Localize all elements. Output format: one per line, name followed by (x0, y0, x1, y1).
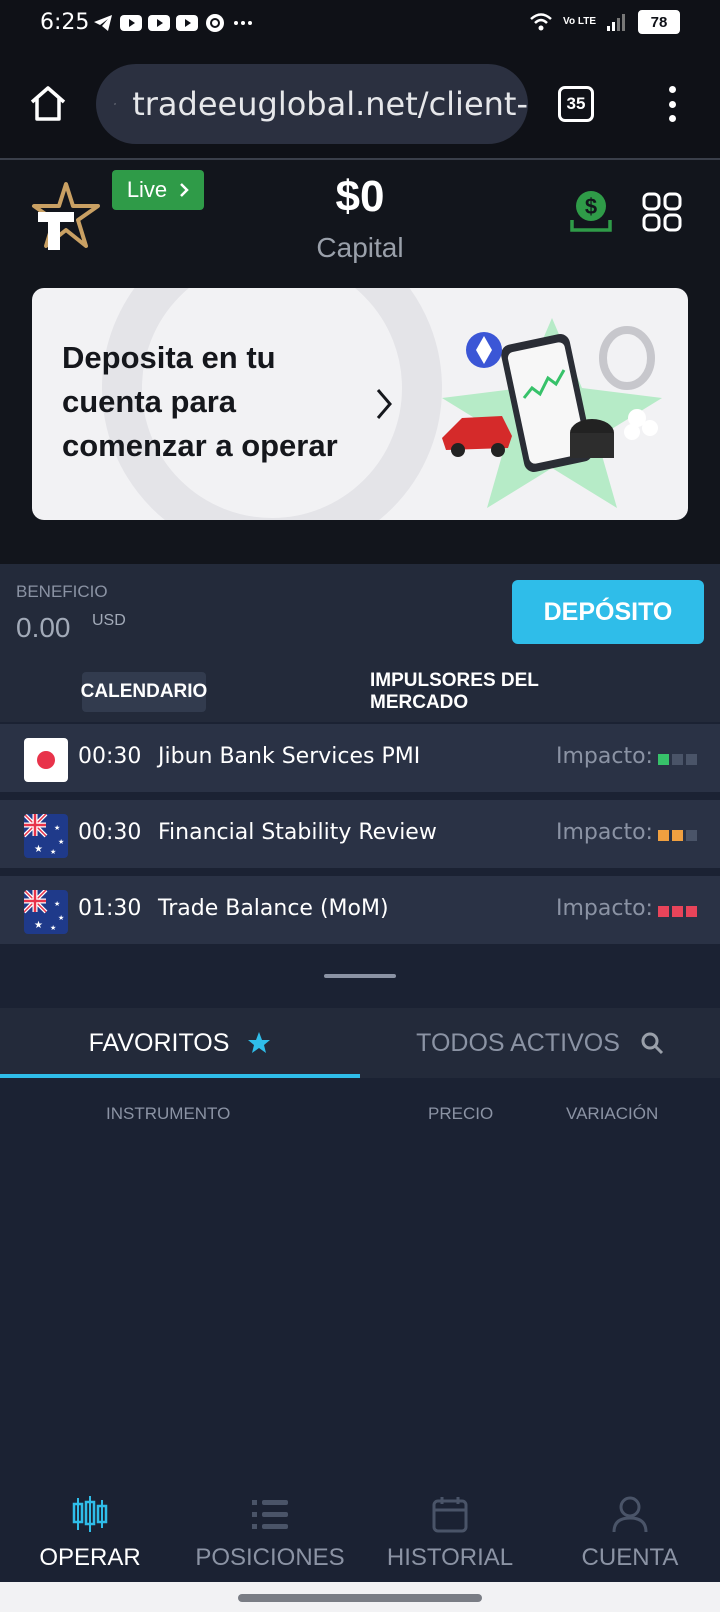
signal-icon (607, 14, 625, 31)
event-name: Jibun Bank Services PMI (158, 744, 421, 769)
event-row[interactable]: 00:30 Jibun Bank Services PMI Impacto: (0, 722, 720, 794)
drag-handle[interactable] (324, 974, 396, 978)
candlestick-icon (72, 1496, 108, 1532)
event-time: 00:30 (78, 820, 142, 845)
promo-text: Deposita en tu cuenta para comenzar a op… (62, 340, 338, 463)
trading-promo-illustration (442, 318, 662, 508)
svg-text:★: ★ (34, 844, 43, 855)
home-button[interactable] (26, 82, 70, 126)
event-time: 01:30 (78, 896, 142, 921)
nav-historial[interactable]: HISTORIAL (360, 1486, 540, 1582)
impact-label: Impacto: (556, 896, 653, 921)
search-icon (641, 1032, 663, 1055)
calendar-icon (432, 1497, 468, 1533)
youtube-icon (176, 12, 198, 34)
status-time: 6:25 (40, 10, 90, 35)
notification-icons (92, 12, 254, 34)
nav-label: CUENTA (581, 1544, 679, 1571)
home-icon (30, 86, 66, 121)
event-time: 00:30 (78, 744, 142, 769)
list-icon (252, 1500, 288, 1529)
youtube-icon (148, 12, 170, 34)
wifi-icon (530, 13, 552, 31)
japan-flag-icon (24, 738, 68, 782)
more-notifications-icon (232, 12, 254, 34)
all-assets-label: TODOS ACTIVOS (416, 1028, 620, 1057)
deposit-button[interactable]: DEPÓSITO (512, 580, 704, 644)
nav-label: HISTORIAL (386, 1544, 514, 1571)
profit-label: BENEFICIO (16, 582, 108, 601)
nav-operar[interactable]: OPERAR (0, 1486, 180, 1582)
site-settings-icon (114, 103, 117, 105)
chevron-right-icon (180, 183, 189, 197)
australia-flag-icon: ★ ★ ★ ★ (24, 814, 68, 858)
event-name: Trade Balance (MoM) (158, 896, 389, 921)
apps-grid-icon[interactable] (642, 192, 682, 232)
impact-indicator (658, 906, 697, 917)
deposit-promo-card[interactable]: Deposita en tu cuenta para comenzar a op… (32, 288, 688, 520)
profit-section: BENEFICIO 0.00 USD DEPÓSITO (0, 564, 720, 650)
status-bar: 6:25 Vo LTE 78 (0, 0, 720, 48)
impact-label: Impacto: (556, 744, 653, 769)
youtube-icon (120, 12, 142, 34)
column-price: PRECIO (428, 1104, 494, 1123)
nav-cuenta[interactable]: CUENTA (540, 1486, 720, 1582)
svg-text:★: ★ (58, 838, 64, 846)
nav-label: POSICIONES (195, 1544, 345, 1571)
impact-indicator (658, 830, 697, 841)
event-row[interactable]: ★ ★ ★ ★ 00:30 Financial Stability Review Im… (0, 798, 720, 870)
system-status: Vo LTE 78 (529, 10, 680, 34)
column-instrument: INSTRUMENTO (106, 1104, 231, 1123)
asset-tabs: FAVORITOS TODOS ACTIVOS (0, 1008, 720, 1078)
threads-icon (204, 12, 226, 34)
instrument-table-header: INSTRUMENTO PRECIO VARIACIÓN (0, 1078, 720, 1148)
star-icon (248, 1032, 271, 1053)
favorites-label: FAVORITOS (88, 1028, 230, 1057)
tab-calendar[interactable]: CALENDARIO (81, 672, 207, 712)
brand-logo[interactable] (28, 180, 104, 252)
url-text: tradeeuglobal.net/client- (132, 85, 528, 123)
svg-text:★: ★ (54, 824, 60, 832)
capital-label: Capital (316, 232, 404, 263)
live-account-badge[interactable]: Live (112, 170, 204, 210)
system-gesture-area (0, 1582, 720, 1612)
svg-text:$: $ (585, 194, 597, 219)
event-name: Financial Stability Review (158, 820, 437, 845)
svg-text:★: ★ (34, 920, 43, 931)
australia-flag-icon: ★ ★ ★ ★ (24, 890, 68, 934)
telegram-icon (92, 12, 114, 34)
tab-market-movers[interactable]: IMPULSORES DEL MERCADO (370, 670, 630, 713)
person-icon (612, 1496, 648, 1533)
impact-label: Impacto: (556, 820, 653, 845)
svg-text:★: ★ (50, 848, 56, 856)
tab-all-assets[interactable]: TODOS ACTIVOS (360, 1008, 720, 1078)
profit-currency: USD (92, 612, 126, 629)
chevron-right-icon (376, 389, 392, 419)
event-row[interactable]: ★ ★ ★ ★ 01:30 Trade Balance (MoM) Impacto: (0, 874, 720, 946)
battery-indicator: 78 (638, 10, 680, 34)
profit-value: 0.00 (16, 612, 71, 643)
nav-posiciones[interactable]: POSICIONES (180, 1486, 360, 1582)
browser-menu-button[interactable] (662, 82, 682, 126)
browser-toolbar: tradeeuglobal.net/client- 35 (0, 48, 720, 160)
capital-amount: $0 (335, 172, 385, 221)
deposit-money-icon[interactable]: $ (568, 188, 614, 234)
svg-text:★: ★ (58, 914, 64, 922)
event-tabs: CALENDARIO IMPULSORES DEL MERCADO (0, 650, 720, 722)
column-change: VARIACIÓN (566, 1104, 659, 1123)
bottom-navigation: OPERAR POSICIONES HISTORIAL CUENTA (0, 1486, 720, 1582)
tab-switcher-button[interactable]: 35 (558, 86, 594, 122)
tab-favorites[interactable]: FAVORITOS (0, 1008, 360, 1078)
app-header: Live $0 Capital $ Deposita en tu cuenta … (0, 160, 720, 564)
live-label: Live (126, 177, 168, 202)
network-type: Vo LTE (563, 16, 596, 27)
svg-text:★: ★ (54, 900, 60, 908)
svg-text:★: ★ (50, 924, 56, 932)
address-bar[interactable]: tradeeuglobal.net/client- (96, 64, 528, 144)
nav-label: OPERAR (39, 1544, 141, 1571)
home-gesture-bar[interactable] (238, 1594, 482, 1602)
impact-indicator (658, 754, 697, 765)
